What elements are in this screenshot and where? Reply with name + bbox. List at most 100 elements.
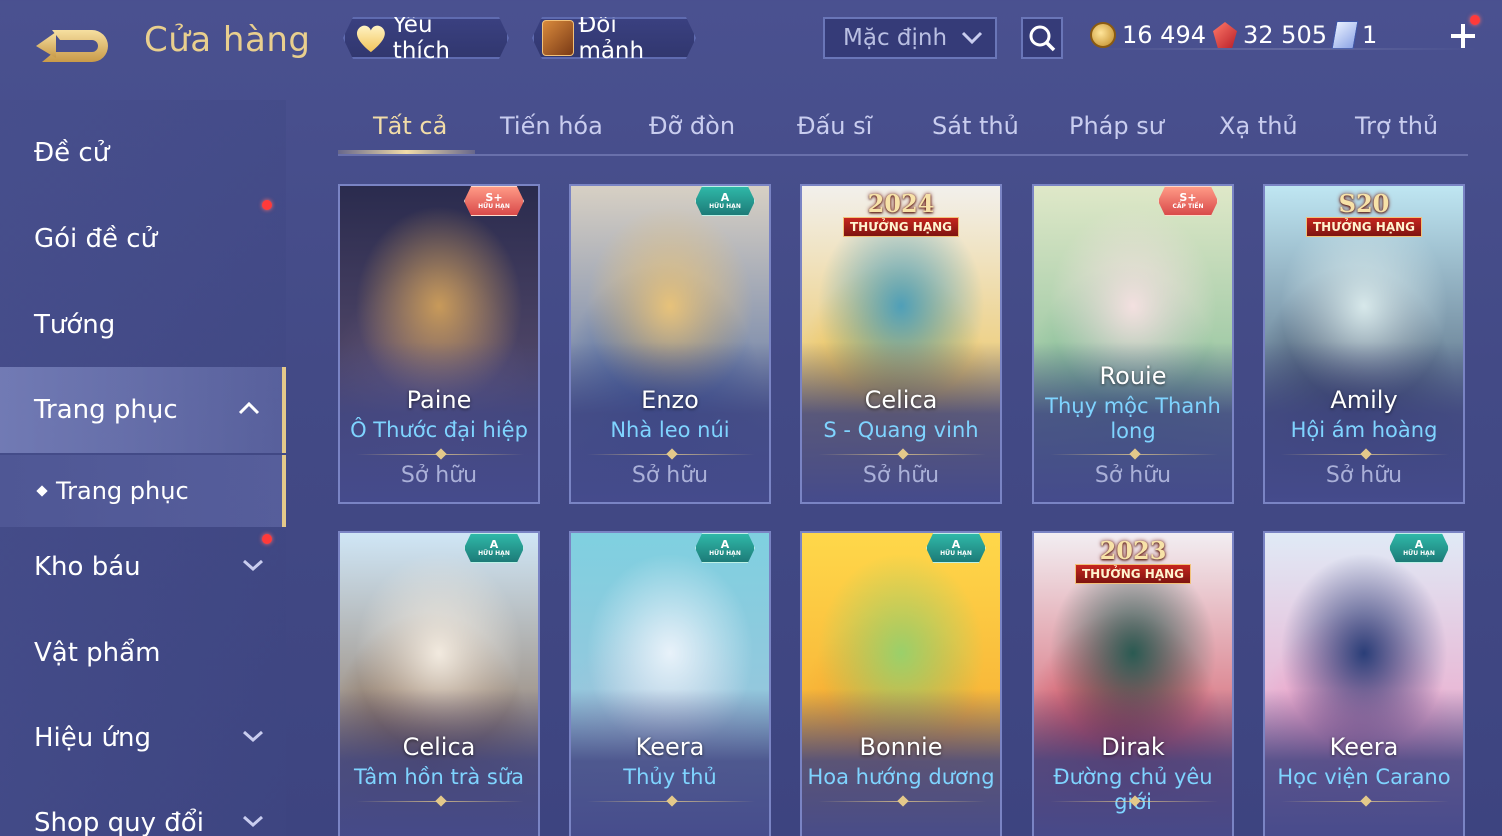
hero-name: Dirak: [1101, 733, 1165, 761]
chevron-down-icon: [961, 31, 983, 45]
tab-all[interactable]: Tất cả: [373, 112, 447, 140]
hero-name: Celica: [402, 733, 476, 761]
search-button[interactable]: [1021, 17, 1063, 59]
tab-tank[interactable]: Đỡ đòn: [649, 112, 735, 140]
tab-fighter[interactable]: Đấu sĩ: [797, 112, 872, 140]
tab-assassin[interactable]: Sát thủ: [932, 112, 1019, 140]
skin-card[interactable]: 2023THƯỞNG HẠNG Dirak Đường chủ yêu giới: [1032, 531, 1234, 836]
tab-support[interactable]: Trợ thủ: [1355, 112, 1438, 140]
skin-card[interactable]: A HỮU HẠN Enzo Nhà leo núi Sở hữu: [569, 184, 771, 504]
page-title: Cửa hàng: [144, 20, 311, 60]
back-arrow-icon[interactable]: [34, 22, 112, 66]
skin-card[interactable]: A HỮU HẠN Keera Học viện Carano: [1263, 531, 1465, 836]
rank-year: S20: [1338, 189, 1390, 218]
skin-name: Thủy thủ: [623, 765, 717, 789]
voucher-amount: 1: [1362, 21, 1378, 49]
sidebar-item-recommended[interactable]: Đề cử: [0, 110, 286, 196]
skin-card[interactable]: 2024 THƯỞNG HẠNG Celica S - Quang vinh Sở hữ…: [800, 184, 1002, 504]
skin-card[interactable]: A HỮU HẠN Celica Tâm hồn trà sữa: [338, 531, 540, 836]
grade-letter: A: [489, 538, 499, 551]
hero-name: Enzo: [641, 386, 699, 414]
skin-name: Hội ám hoàng: [1290, 418, 1438, 442]
skin-name: Ô Thước đại hiệp: [350, 418, 528, 442]
card-name-panel: [1265, 689, 1463, 836]
sort-value: Mặc định: [843, 25, 948, 51]
sidebar-item-label: Shop quy đổi: [34, 808, 204, 836]
tab-marksman[interactable]: Xạ thủ: [1219, 112, 1298, 140]
grade-text: HỮU HẠN: [709, 203, 741, 210]
skin-name: Thụy mộc Thanh long: [1045, 394, 1221, 443]
chevron-down-icon: [243, 730, 263, 743]
sidebar-item-items[interactable]: Vật phẩm: [0, 610, 286, 696]
tab-evolution[interactable]: Tiến hóa: [500, 112, 603, 140]
voucher-icon: [1331, 21, 1359, 49]
grade-text: HỮU HẠN: [478, 550, 510, 557]
favorites-button[interactable]: Yêu thích: [343, 17, 509, 59]
skin-name: Đường chủ yêu giới: [1053, 765, 1213, 814]
hero-name: Rouie: [1099, 362, 1167, 390]
ownership-status: Sở hữu: [862, 463, 940, 488]
sidebar-item-label: Hiệu ứng: [34, 723, 151, 753]
skin-card[interactable]: A HỮU HẠN Keera Thủy thủ: [569, 531, 771, 836]
hero-name: Keera: [1329, 733, 1399, 761]
sidebar-subitem-skins[interactable]: Trang phục: [0, 455, 286, 527]
sidebar-item-label: Kho báu: [34, 552, 141, 582]
rank-reward-banner: S20 THƯỞNG HẠNG: [1289, 189, 1439, 237]
sidebar-item-label: Vật phẩm: [34, 638, 161, 668]
sidebar-item-treasure[interactable]: Kho báu: [0, 524, 286, 610]
sort-dropdown[interactable]: Mặc định: [823, 17, 997, 59]
rank-reward-banner: 2023 THƯỞNG HẠNG: [1058, 539, 1208, 584]
card-name-panel: [571, 689, 769, 836]
sidebar-subitem-label: Trang phục: [56, 477, 189, 505]
chevron-down-icon: [243, 559, 263, 572]
skin-card[interactable]: S20 THƯỞNG HẠNG Amily Hội ám hoàng Sở hữu: [1263, 184, 1465, 504]
grade-letter: A: [951, 538, 961, 551]
sidebar-item-bundles[interactable]: Gói đề cử: [0, 196, 286, 282]
chevron-up-icon: [238, 401, 260, 415]
hero-name: Celica: [864, 386, 938, 414]
grade-badge: S+ CẤP TIẾN: [1158, 186, 1218, 216]
grade-badge: S+ HỮU HẠN: [464, 186, 524, 216]
skin-name: Hoa hướng dương: [807, 765, 995, 789]
favorites-label: Yêu thích: [392, 12, 451, 64]
gold-coin-icon: [1090, 22, 1116, 48]
grade-text: CẤP TIẾN: [1172, 203, 1204, 210]
grade-badge: A HỮU HẠN: [695, 533, 755, 563]
ownership-status: Sở hữu: [400, 463, 478, 488]
ruby-amount: 32 505: [1243, 21, 1327, 49]
hero-name: Paine: [406, 386, 472, 414]
rank-label: THƯỞNG HẠNG: [842, 217, 960, 237]
tab-mage[interactable]: Pháp sư: [1069, 112, 1164, 140]
sidebar-item-label: Đề cử: [34, 138, 110, 168]
grade-text: HỮU HẠN: [478, 203, 510, 210]
rank-label: THƯỞNG HẠNG: [1074, 564, 1192, 584]
sidebar-item-exchange-shop[interactable]: Shop quy đổi: [0, 780, 286, 836]
sidebar: Đề cử Gói đề cử Tướng Trang phục Trang p…: [0, 100, 286, 836]
sidebar-item-heroes[interactable]: Tướng: [0, 282, 286, 368]
hero-name: Keera: [635, 733, 705, 761]
grade-badge: A HỮU HẠN: [926, 533, 986, 563]
sidebar-item-label: Gói đề cử: [34, 224, 158, 254]
hero-name: Bonnie: [859, 733, 943, 761]
skin-card[interactable]: S+ CẤP TIẾN Rouie Thụy mộc Thanh long Sở hữu: [1032, 184, 1234, 504]
grade-badge: A HỮU HẠN: [1389, 533, 1449, 563]
ownership-status: Sở hữu: [1325, 463, 1403, 488]
skin-card[interactable]: A HỮU HẠN Bonnie Hoa hướng dương: [800, 531, 1002, 836]
notification-dot: [1470, 15, 1480, 25]
skin-card[interactable]: S+ HỮU HẠN Paine Ô Thước đại hiệp Sở hữu: [338, 184, 540, 504]
rank-label: THƯỞNG HẠNG: [1305, 217, 1423, 237]
sidebar-item-effects[interactable]: Hiệu ứng: [0, 695, 286, 781]
card-name-panel: [802, 689, 1000, 836]
search-icon: [1029, 25, 1056, 52]
notification-dot: [262, 200, 272, 210]
exchange-shards-button[interactable]: Đổi mảnh: [532, 17, 696, 59]
grade-letter: S+: [1179, 191, 1197, 204]
sidebar-item-label: Trang phục: [34, 395, 178, 425]
grade-letter: A: [720, 191, 730, 204]
sidebar-item-skins[interactable]: Trang phục: [0, 367, 286, 453]
grade-badge: A HỮU HẠN: [464, 533, 524, 563]
top-bar: Cửa hàng Yêu thích Đổi mảnh Mặc định 16 …: [0, 0, 1502, 80]
grade-text: HỮU HẠN: [1403, 550, 1435, 557]
gold-amount: 16 494: [1122, 21, 1206, 49]
grade-letter: S+: [485, 191, 503, 204]
